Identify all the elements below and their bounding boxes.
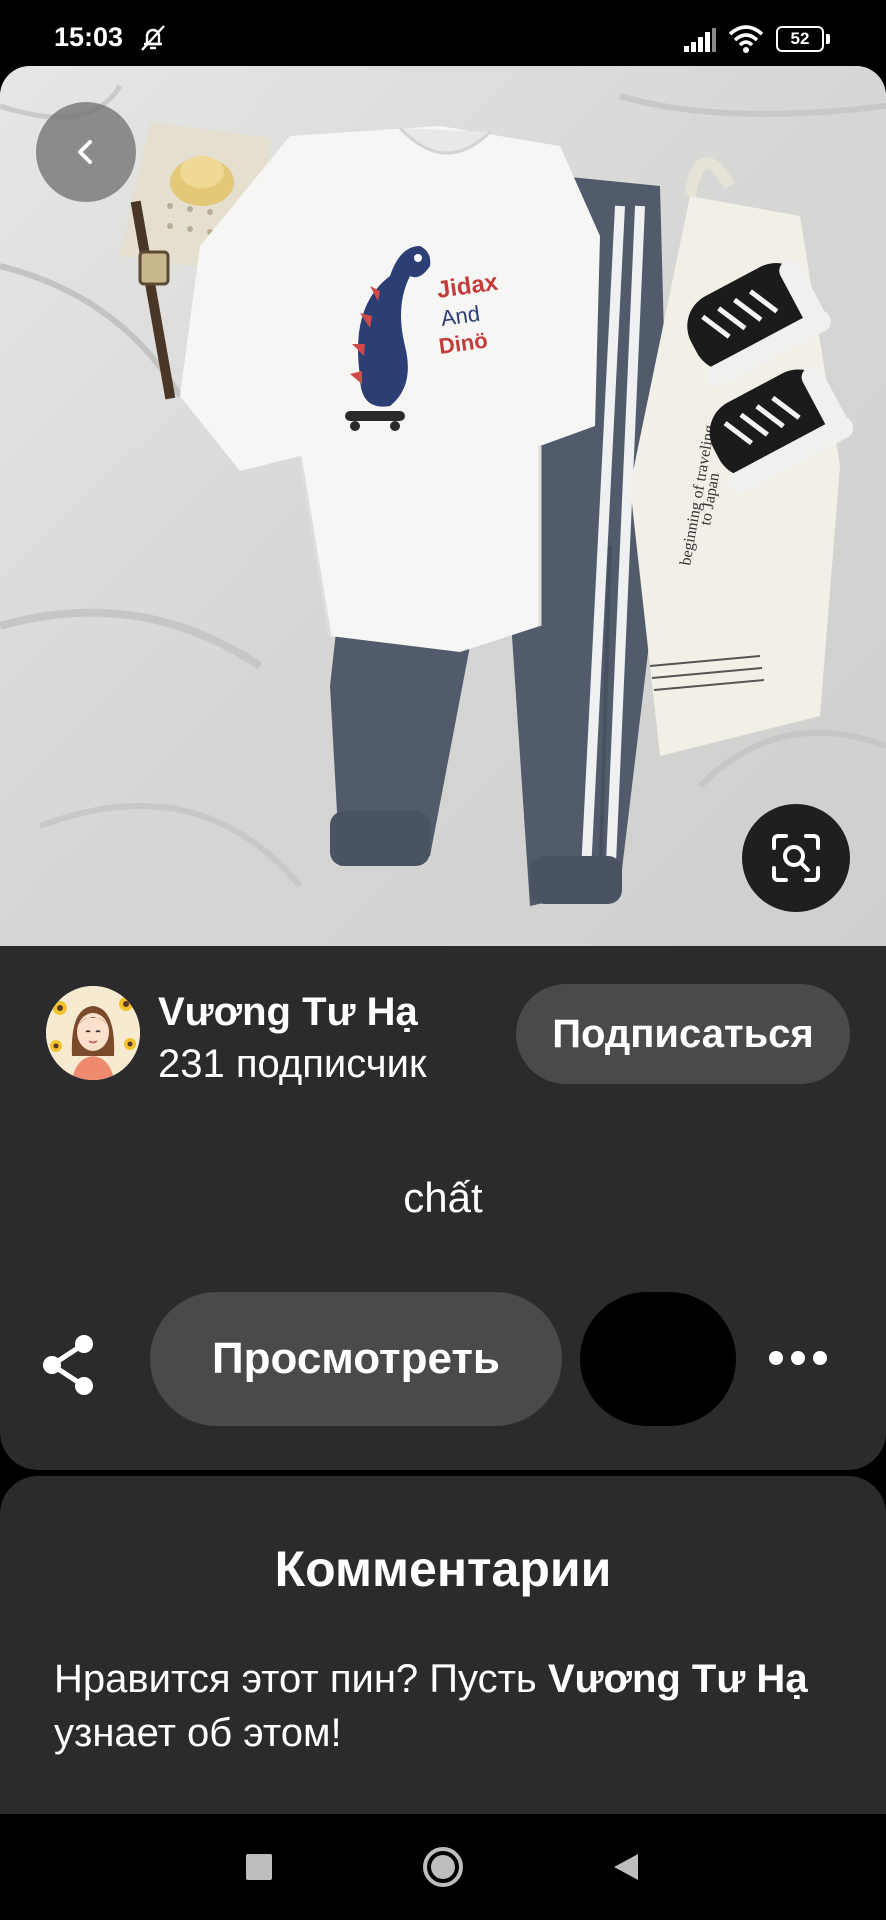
signal-icon — [684, 28, 716, 52]
share-icon[interactable] — [38, 1332, 98, 1398]
visual-search-button[interactable] — [742, 804, 850, 912]
mute-icon — [141, 25, 165, 51]
battery-level: 52 — [776, 26, 824, 52]
pin-info-panel: Vương Tư Hạ 231 подписчик Подписаться ch… — [0, 946, 886, 1470]
comments-title: Комментарии — [274, 1541, 612, 1597]
author-name[interactable]: Vương Tư Hạ — [158, 990, 418, 1035]
battery-icon: 52 — [776, 26, 832, 54]
screen: 15:03 52 Jidax And Dinö beginning of tra… — [0, 0, 886, 1920]
status-time: 15:03 — [54, 22, 124, 52]
chevron-left-icon — [78, 140, 92, 164]
status-bar: 15:03 52 — [0, 0, 886, 66]
more-icon[interactable] — [768, 1346, 828, 1370]
avatar[interactable] — [46, 986, 140, 1080]
pin-image[interactable]: Jidax And Dinö beginning of traveling to… — [0, 66, 886, 946]
comments-prompt: Нравится этот пин? Пусть Vương Tư Hạ узн… — [54, 1652, 844, 1760]
comments-prompt-end: узнает об этом! — [54, 1711, 342, 1755]
view-button[interactable]: Просмотреть — [150, 1292, 562, 1426]
home-icon[interactable] — [422, 1846, 464, 1888]
back-button[interactable] — [36, 102, 136, 202]
comments-prompt-start: Нравится этот пин? Пусть — [54, 1657, 548, 1701]
pin-description: chất — [403, 1174, 483, 1221]
author-followers: 231 подписчик — [158, 1042, 427, 1086]
save-button[interactable] — [580, 1292, 736, 1426]
follow-button[interactable]: Подписаться — [516, 984, 850, 1084]
avatar-image — [46, 986, 140, 1080]
navigation-bar — [0, 1814, 886, 1920]
lens-search-icon — [772, 834, 820, 882]
comments-panel: Комментарии Нравится этот пин? Пусть Vươ… — [0, 1476, 886, 1814]
back-triangle-icon[interactable] — [612, 1852, 640, 1882]
comments-prompt-author: Vương Tư Hạ — [547, 1657, 808, 1701]
wifi-icon — [728, 25, 764, 53]
pin-photo: Jidax And Dinö beginning of traveling to… — [0, 66, 886, 946]
recent-apps-icon[interactable] — [246, 1854, 272, 1880]
